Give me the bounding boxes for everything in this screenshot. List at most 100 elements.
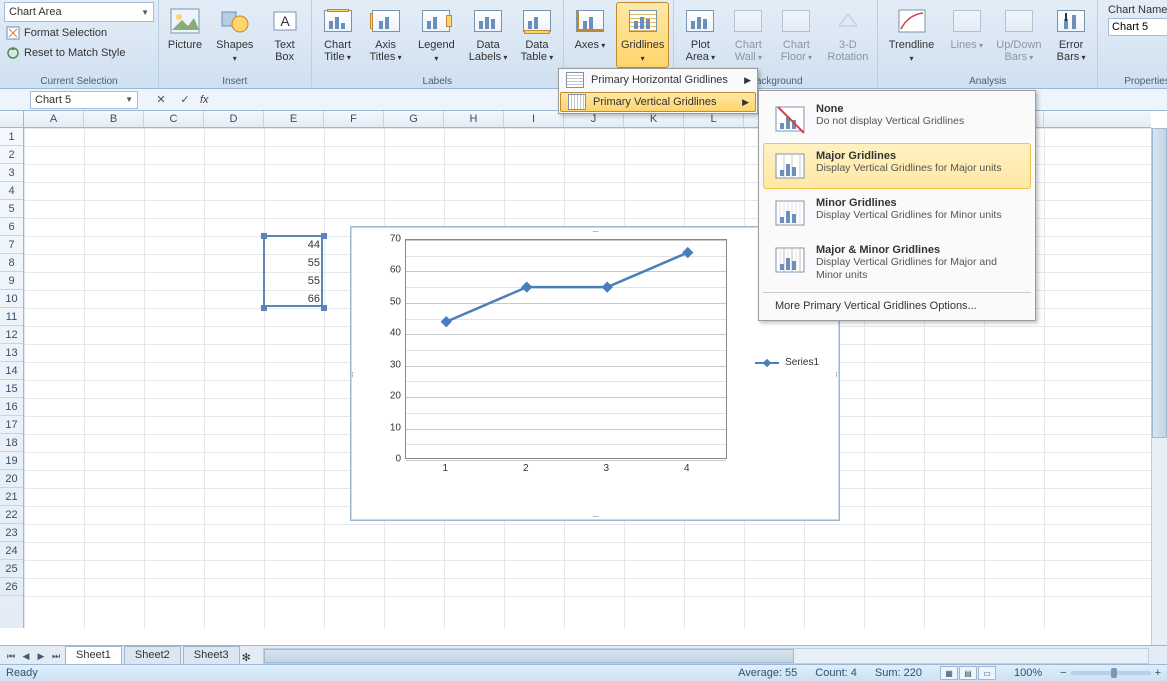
menu-horizontal-gridlines[interactable]: Primary Horizontal Gridlines ▶ — [559, 69, 757, 91]
trendline-button[interactable]: Trendline — [882, 2, 940, 68]
row-header[interactable]: 20 — [0, 470, 23, 488]
horizontal-scrollbar[interactable] — [263, 648, 1149, 664]
tab-prev-icon[interactable]: ◀ — [19, 648, 33, 664]
sheet-tab-2[interactable]: Sheet2 — [124, 646, 181, 664]
cancel-formula-icon[interactable]: ✕ — [152, 91, 170, 109]
chart-handle-icon[interactable]: ∙∙∙∙ — [592, 511, 598, 521]
name-box[interactable]: Chart 5 ▼ — [30, 91, 138, 109]
row-header[interactable]: 9 — [0, 272, 23, 290]
option-major[interactable]: Major GridlinesDisplay Vertical Gridline… — [763, 143, 1031, 189]
row-header[interactable]: 16 — [0, 398, 23, 416]
row-header[interactable]: 1 — [0, 128, 23, 146]
zoom-percent[interactable]: 100% — [1014, 667, 1042, 679]
fx-icon[interactable]: fx — [200, 94, 209, 106]
row-header[interactable]: 15 — [0, 380, 23, 398]
chart-handle-icon[interactable]: ∙∙∙∙ — [348, 370, 358, 376]
plot-area-button[interactable]: Plot Area — [678, 2, 722, 67]
tab-next-icon[interactable]: ▶ — [34, 648, 48, 664]
select-all-corner[interactable] — [0, 111, 24, 127]
selection-handle[interactable] — [261, 233, 267, 239]
row-header[interactable]: 26 — [0, 578, 23, 596]
axes-button[interactable]: Axes — [568, 2, 612, 55]
error-bars-button[interactable]: Error Bars — [1049, 2, 1093, 67]
chart-handle-icon[interactable]: ∙∙∙∙ — [592, 226, 598, 236]
hscroll-thumb[interactable] — [264, 649, 794, 663]
row-header[interactable]: 10 — [0, 290, 23, 308]
row-header[interactable]: 22 — [0, 506, 23, 524]
chart-handle-icon[interactable]: ∙∙∙∙ — [832, 370, 842, 376]
chart-name-input[interactable] — [1108, 18, 1167, 36]
menu-vertical-gridlines[interactable]: Primary Vertical Gridlines ▶ — [560, 92, 756, 112]
zoom-track[interactable] — [1071, 671, 1151, 675]
option-none[interactable]: NoneDo not display Vertical Gridlines — [763, 96, 1031, 142]
axis-titles-button[interactable]: Axis Titles — [364, 2, 408, 67]
row-header[interactable]: 14 — [0, 362, 23, 380]
view-layout-icon[interactable]: ▤ — [959, 666, 977, 680]
chart-element-combo[interactable]: Chart Area ▼ — [4, 2, 154, 22]
sheet-tab-3[interactable]: Sheet3 — [183, 646, 240, 664]
row-headers[interactable]: 1234567891011121314151617181920212223242… — [0, 128, 24, 628]
zoom-in-icon[interactable]: + — [1155, 667, 1161, 679]
column-header[interactable]: D — [204, 111, 264, 127]
row-header[interactable]: 4 — [0, 182, 23, 200]
format-selection-button[interactable]: Format Selection — [4, 24, 154, 42]
tab-first-icon[interactable]: ⏮ — [4, 648, 18, 664]
insert-sheet-icon[interactable]: ✻ — [242, 651, 251, 664]
row-header[interactable]: 13 — [0, 344, 23, 362]
legend[interactable]: Series1 — [755, 357, 819, 368]
reset-style-button[interactable]: Reset to Match Style — [4, 44, 154, 62]
gridlines-button[interactable]: Gridlines — [616, 2, 669, 68]
group-title-insert: Insert — [163, 75, 307, 87]
selection-handle[interactable] — [261, 305, 267, 311]
row-header[interactable]: 25 — [0, 560, 23, 578]
option-minor[interactable]: Minor GridlinesDisplay Vertical Gridline… — [763, 190, 1031, 236]
plot[interactable]: 0102030405060701234 — [377, 239, 727, 479]
column-header[interactable]: H — [444, 111, 504, 127]
row-header[interactable]: 3 — [0, 164, 23, 182]
more-gridlines-options[interactable]: More Primary Vertical Gridlines Options.… — [759, 296, 1035, 316]
zoom-slider[interactable]: − + — [1060, 667, 1161, 679]
view-break-icon[interactable]: ▭ — [978, 666, 996, 680]
vertical-scrollbar[interactable] — [1151, 128, 1167, 645]
view-normal-icon[interactable]: ▦ — [940, 666, 958, 680]
selection-handle[interactable] — [321, 305, 327, 311]
column-header[interactable]: G — [384, 111, 444, 127]
row-header[interactable]: 6 — [0, 218, 23, 236]
row-header[interactable]: 17 — [0, 416, 23, 434]
row-header[interactable]: 11 — [0, 308, 23, 326]
row-header[interactable]: 8 — [0, 254, 23, 272]
row-header[interactable]: 21 — [0, 488, 23, 506]
row-header[interactable]: 19 — [0, 452, 23, 470]
plot-area[interactable] — [405, 239, 727, 459]
column-header[interactable]: B — [84, 111, 144, 127]
zoom-out-icon[interactable]: − — [1060, 667, 1066, 679]
x-tick: 4 — [684, 463, 690, 474]
chart-title-button[interactable]: Chart Title — [316, 2, 360, 67]
row-header[interactable]: 23 — [0, 524, 23, 542]
column-header[interactable]: I — [504, 111, 564, 127]
row-header[interactable]: 24 — [0, 542, 23, 560]
column-header[interactable]: E — [264, 111, 324, 127]
shapes-button[interactable]: Shapes — [211, 2, 259, 68]
row-header[interactable]: 12 — [0, 326, 23, 344]
sheet-tabs-bar: ⏮ ◀ ▶ ⏭ Sheet1 Sheet2 Sheet3 ✻ — [0, 645, 1167, 664]
enter-formula-icon[interactable]: ✓ — [176, 91, 194, 109]
data-table-button[interactable]: Data Table — [515, 2, 559, 67]
option-both[interactable]: Major & Minor GridlinesDisplay Vertical … — [763, 237, 1031, 289]
row-header[interactable]: 5 — [0, 200, 23, 218]
vscroll-thumb[interactable] — [1152, 128, 1167, 438]
textbox-button[interactable]: A Text Box — [263, 2, 307, 66]
row-header[interactable]: 7 — [0, 236, 23, 254]
column-header[interactable]: C — [144, 111, 204, 127]
data-labels-button[interactable]: Data Labels — [465, 2, 511, 67]
sheet-tab-1[interactable]: Sheet1 — [65, 646, 122, 664]
legend-button[interactable]: Legend — [412, 2, 462, 68]
column-header[interactable]: F — [324, 111, 384, 127]
zoom-thumb[interactable] — [1111, 668, 1117, 678]
column-header[interactable]: A — [24, 111, 84, 127]
picture-button[interactable]: Picture — [163, 2, 207, 54]
row-header[interactable]: 18 — [0, 434, 23, 452]
row-header[interactable]: 2 — [0, 146, 23, 164]
selection-handle[interactable] — [321, 233, 327, 239]
tab-last-icon[interactable]: ⏭ — [49, 648, 63, 664]
